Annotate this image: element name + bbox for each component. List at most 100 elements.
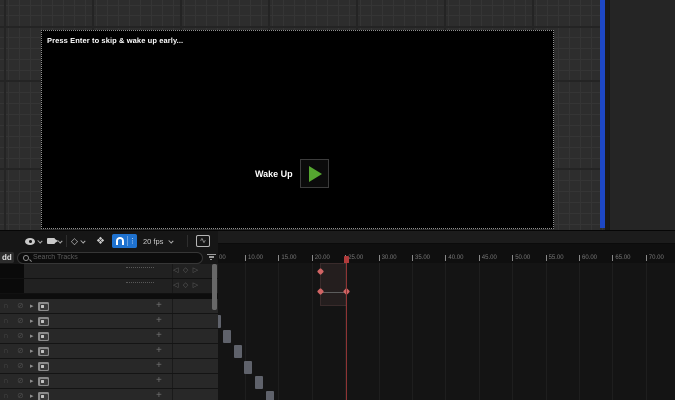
expand-arrow-icon[interactable]: ▸: [30, 318, 34, 325]
next-key-icon[interactable]: ▷: [193, 267, 198, 275]
mute-icon[interactable]: ∩: [3, 332, 9, 340]
add-section-button[interactable]: +: [156, 361, 162, 371]
auto-key-button[interactable]: ❖: [96, 231, 105, 251]
add-section-button[interactable]: +: [156, 346, 162, 356]
tick-label: 30.00: [382, 255, 397, 261]
expand-arrow-icon[interactable]: ▸: [30, 333, 34, 340]
timeline-gridline: [278, 263, 279, 400]
chevron-down-icon: [169, 238, 174, 243]
mute-icon[interactable]: ∩: [3, 392, 9, 400]
column-divider: [172, 329, 173, 343]
snap-divider: [127, 236, 128, 246]
render-options-button[interactable]: [47, 231, 62, 251]
snap-options-dots-icon[interactable]: ⋮: [129, 237, 136, 245]
view-options-button[interactable]: [25, 231, 42, 251]
channel-value-field[interactable]: [126, 267, 154, 268]
mute-icon[interactable]: ∩: [3, 377, 9, 385]
section-block[interactable]: [218, 315, 221, 328]
mute-icon[interactable]: ∩: [3, 317, 9, 325]
diamond-icon: ◇: [71, 236, 78, 247]
set-key-icon[interactable]: ◇: [183, 282, 188, 290]
expand-arrow-icon[interactable]: ▸: [30, 363, 34, 370]
timeline-gridline: [579, 263, 580, 400]
add-section-button[interactable]: +: [156, 331, 162, 341]
set-key-icon[interactable]: ◇: [183, 267, 188, 275]
tick-label: 65.00: [615, 255, 630, 261]
add-section-button[interactable]: +: [156, 376, 162, 386]
section-block[interactable]: [223, 330, 231, 343]
next-key-icon[interactable]: ▷: [193, 282, 198, 290]
section-block[interactable]: [234, 345, 242, 358]
ruler-tick: 10.00: [245, 255, 263, 261]
disable-icon[interactable]: ⊘: [17, 362, 24, 370]
track-row-3[interactable]: ∩ ⊘ ▸ +: [0, 314, 218, 329]
sequencer-panel: ◇ ❖ ⋮ 20 fps ∿ dd: [0, 230, 675, 400]
add-section-button[interactable]: +: [156, 391, 162, 400]
search-tracks-box[interactable]: [17, 252, 203, 264]
disable-icon[interactable]: ⊘: [17, 332, 24, 340]
expand-arrow-icon[interactable]: ▸: [30, 348, 34, 355]
tick-mark: [278, 255, 279, 261]
track-row-2[interactable]: ∩ ⊘ ▸ +: [0, 299, 218, 314]
timeline-gridline: [412, 263, 413, 400]
channel-row-B[interactable]: ◁ ◇ ▷: [0, 264, 218, 279]
add-section-button[interactable]: +: [156, 316, 162, 326]
chevron-down-icon: [57, 238, 62, 243]
track-row-5[interactable]: ∩ ⊘ ▸ +: [0, 344, 218, 359]
track-row-4[interactable]: ∩ ⊘ ▸ +: [0, 329, 218, 344]
search-tracks-input[interactable]: [33, 254, 173, 261]
section-block[interactable]: [244, 361, 252, 374]
wake-up-button[interactable]: [300, 159, 329, 188]
timeline-gridline: [312, 263, 313, 400]
frame-rate-dropdown[interactable]: 20 fps: [143, 231, 173, 251]
channel-rows: ◁ ◇ ▷ ◁ ◇ ▷: [0, 264, 218, 294]
expand-arrow-icon[interactable]: ▸: [30, 393, 34, 400]
track-search-row: dd: [0, 251, 218, 264]
keyframe-options-button[interactable]: ◇: [71, 231, 85, 251]
track-row-8[interactable]: ∩ ⊘ ▸ +: [0, 389, 218, 400]
auto-key-icon: ❖: [96, 236, 105, 247]
mute-icon[interactable]: ∩: [3, 302, 9, 310]
vertical-scrollbar-thumb[interactable]: [212, 264, 217, 310]
track-row-7[interactable]: ∩ ⊘ ▸ +: [0, 374, 218, 389]
channel-value-field[interactable]: [126, 282, 154, 283]
add-button-clipped[interactable]: dd: [0, 252, 14, 263]
playhead-handle[interactable]: [344, 256, 349, 263]
disable-icon[interactable]: ⊘: [17, 392, 24, 400]
snapping-toggle-active[interactable]: ⋮: [112, 234, 137, 248]
prev-key-icon[interactable]: ◁: [173, 267, 178, 275]
mute-icon[interactable]: ∩: [3, 347, 9, 355]
tick-label: 10.00: [248, 255, 263, 261]
ruler-tick: 20.00: [312, 255, 330, 261]
ruler-tick: 70.00: [646, 255, 664, 261]
tick-label: 25.00: [348, 255, 363, 261]
curve-editor-button[interactable]: ∿: [196, 231, 210, 251]
expand-arrow-icon[interactable]: ▸: [30, 303, 34, 310]
track-row-6[interactable]: ∩ ⊘ ▸ +: [0, 359, 218, 374]
prev-key-icon[interactable]: ◁: [173, 282, 178, 290]
selected-key-range[interactable]: [320, 263, 348, 306]
sequencer-toolbar: ◇ ❖ ⋮ 20 fps ∿: [0, 231, 218, 251]
timeline-gridline: [379, 263, 380, 400]
tick-label: 60.00: [582, 255, 597, 261]
playhead-line[interactable]: [346, 263, 347, 400]
column-divider: [172, 314, 173, 328]
mute-icon[interactable]: ∩: [3, 362, 9, 370]
section-block[interactable]: [255, 376, 263, 389]
wake-up-label: Wake Up: [255, 169, 293, 179]
expand-arrow-icon[interactable]: ▸: [30, 378, 34, 385]
disable-icon[interactable]: ⊘: [17, 317, 24, 325]
time-ruler[interactable]: 00 10.00 15.00 20.00 25.00 30.00 35.00 4…: [218, 244, 675, 263]
disable-icon[interactable]: ⊘: [17, 377, 24, 385]
section-block[interactable]: [266, 391, 274, 400]
add-section-button[interactable]: +: [156, 301, 162, 311]
timeline-gridline: [445, 263, 446, 400]
tick-mark: [512, 255, 513, 261]
channel-row-A[interactable]: ◁ ◇ ▷: [0, 279, 218, 294]
disable-icon[interactable]: ⊘: [17, 347, 24, 355]
disable-icon[interactable]: ⊘: [17, 302, 24, 310]
filter-icon[interactable]: [206, 254, 216, 262]
tick-mark: [579, 255, 580, 261]
tick-label: 15.00: [281, 255, 296, 261]
timeline-body[interactable]: [218, 263, 675, 400]
